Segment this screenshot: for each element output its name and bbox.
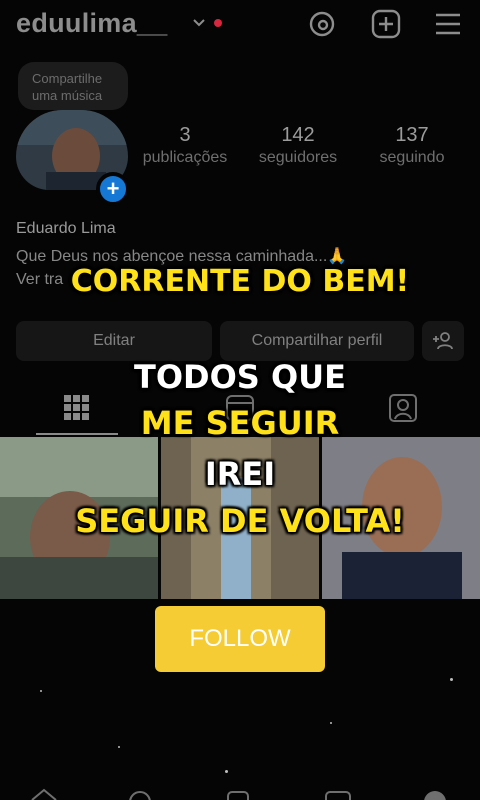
chevron-down-icon[interactable] [192, 16, 206, 30]
dust-speck [118, 746, 120, 748]
share-profile-button[interactable]: Compartilhar perfil [220, 321, 414, 361]
stat-following[interactable]: 137 seguindo [357, 124, 467, 167]
share-music-note[interactable]: Compartilhe uma música [18, 62, 128, 110]
following-count: 137 [395, 124, 429, 146]
overlay-title: CORRENTE DO BEM! [70, 263, 410, 300]
profile-username[interactable]: eduulima__ [16, 8, 168, 39]
edit-profile-button[interactable]: Editar [16, 321, 212, 361]
profile-full-name: Eduardo Lima [16, 220, 116, 237]
followers-label: seguidores [258, 149, 338, 166]
bottom-navigation[interactable] [0, 780, 480, 800]
add-person-icon [433, 332, 453, 350]
stat-posts[interactable]: 3 publicações [130, 124, 240, 167]
follow-button[interactable]: FOLLOW [155, 606, 325, 672]
threads-icon[interactable] [306, 8, 338, 40]
add-person-button[interactable] [422, 321, 464, 361]
dust-speck [225, 770, 228, 773]
overlay-line-seguir: ME SEGUIR [140, 403, 340, 443]
dust-speck [450, 678, 453, 681]
stat-followers[interactable]: 142 seguidores [243, 124, 353, 167]
menu-icon[interactable] [432, 8, 464, 40]
dust-speck [330, 722, 332, 724]
posts-count: 3 [179, 124, 191, 146]
overlay-line-todos: TODOS QUE [133, 357, 347, 397]
posts-label: publicações [142, 149, 228, 166]
add-post-icon[interactable] [370, 8, 402, 40]
overlay-line-volta: SEGUIR DE VOLTA! [74, 501, 405, 541]
following-label: seguindo [379, 149, 445, 166]
notification-dot [214, 19, 222, 27]
followers-count: 142 [281, 124, 315, 146]
overlay-line-irei: IREI [204, 454, 276, 494]
add-story-button[interactable]: + [96, 172, 130, 206]
profile-bio: Que Deus nos abençoe nessa caminhada...🙏 [16, 248, 348, 265]
dust-speck [40, 690, 42, 692]
